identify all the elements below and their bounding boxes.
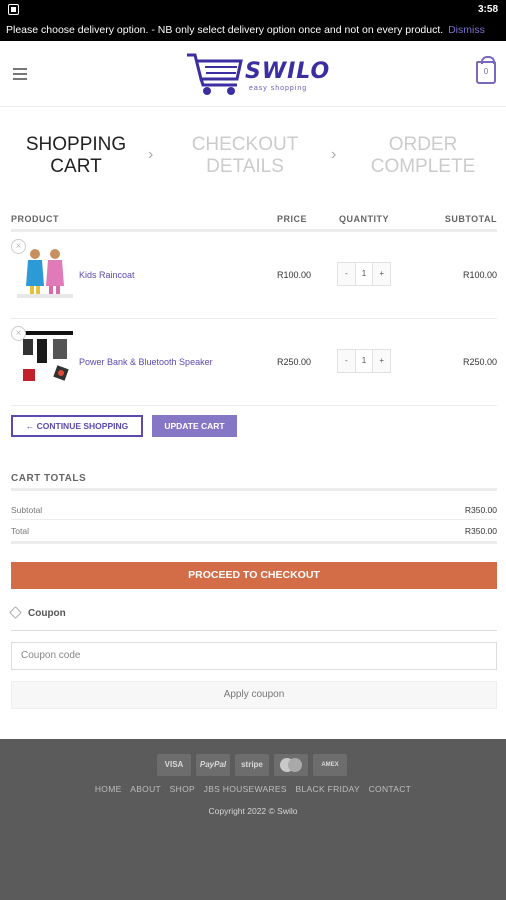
proceed-to-checkout-button[interactable]: PROCEED TO CHECKOUT: [11, 562, 497, 589]
subtotal-label: Subtotal: [11, 505, 43, 515]
divider: [11, 405, 497, 406]
step-shopping-cart[interactable]: SHOPPING CART: [20, 134, 132, 178]
status-time: 3:58: [477, 4, 498, 15]
totals-row-total: Total R350.00: [11, 521, 497, 541]
cart-icon[interactable]: 0: [476, 56, 496, 84]
notice-text: Please choose delivery option. - NB only…: [6, 24, 444, 36]
table-row: × Power Bank & Bluetooth Speaker R250.00…: [11, 319, 497, 405]
chevron-right-icon: ›: [331, 146, 337, 163]
step-label: DETAILS: [206, 156, 284, 177]
header-subtotal: SUBTOTAL: [444, 214, 497, 224]
step-label: SHOPPING: [25, 134, 127, 155]
checkout-steps: SHOPPING CART › CHECKOUT DETAILS › ORDER…: [0, 128, 506, 188]
row-subtotal: R100.00: [462, 270, 497, 280]
table-row: × Kids Raincoat R100.00 - 1 + R100.00: [11, 232, 497, 318]
mastercard-circles: [280, 758, 302, 772]
paypal-icon: PayPal: [196, 754, 230, 776]
shopping-cart-logo-icon: [187, 53, 243, 95]
row-subtotal: R250.00: [462, 357, 497, 367]
tag-icon: [9, 606, 22, 619]
step-label: CART: [50, 156, 102, 177]
notification-icon: [8, 4, 19, 15]
continue-shopping-button[interactable]: ← CONTINUE SHOPPING: [11, 415, 143, 437]
header-product: PRODUCT: [11, 214, 59, 224]
footer-link-black-friday[interactable]: BLACK FRIDAY: [296, 784, 360, 794]
divider: [11, 488, 497, 491]
product-image-power-bank-speaker[interactable]: [17, 329, 73, 385]
step-label: COMPLETE: [370, 156, 476, 177]
product-price: R100.00: [277, 270, 312, 280]
logo-text: SWILO: [245, 59, 331, 84]
footer-link-about[interactable]: ABOUT: [130, 784, 161, 794]
logo-tagline: easy shopping: [249, 85, 308, 92]
payment-methods: VISA PayPal stripe AMEX: [157, 754, 352, 776]
total-value: R350.00: [464, 526, 497, 536]
coupon-title: Coupon: [28, 608, 66, 619]
menu-icon[interactable]: [13, 68, 27, 80]
status-bar: 3:58: [0, 0, 506, 20]
quantity-stepper: - 1 +: [337, 349, 391, 373]
quantity-input[interactable]: 1: [354, 350, 374, 372]
header-quantity: QUANTITY: [339, 214, 389, 224]
apply-coupon-button[interactable]: Apply coupon: [11, 681, 497, 709]
quantity-input[interactable]: 1: [354, 263, 374, 285]
cart-count: 0: [483, 67, 489, 76]
step-label: ORDER: [388, 134, 458, 155]
product-name-link[interactable]: Power Bank & Bluetooth Speaker: [79, 357, 213, 367]
site-footer: VISA PayPal stripe AMEX HOME ABOUT SHOP …: [0, 739, 506, 900]
step-label: CHECKOUT: [191, 134, 299, 155]
remove-item-icon[interactable]: ×: [11, 326, 26, 341]
total-label: Total: [11, 526, 29, 536]
footer-link-shop[interactable]: SHOP: [170, 784, 195, 794]
totals-row-subtotal: Subtotal R350.00: [11, 500, 497, 520]
amex-icon: AMEX: [313, 754, 347, 776]
delivery-notice: Please choose delivery option. - NB only…: [0, 20, 506, 41]
update-cart-button[interactable]: UPDATE CART: [152, 415, 237, 437]
subtotal-value: R350.00: [464, 505, 497, 515]
increase-button[interactable]: +: [373, 263, 390, 285]
site-logo[interactable]: SWILO easy shopping: [185, 49, 330, 99]
product-name-link[interactable]: Kids Raincoat: [79, 270, 135, 280]
decrease-button[interactable]: -: [338, 350, 355, 372]
site-header: SWILO easy shopping 0: [0, 41, 506, 107]
mastercard-icon: [274, 754, 308, 776]
footer-link-contact[interactable]: CONTACT: [369, 784, 412, 794]
decrease-button[interactable]: -: [338, 263, 355, 285]
visa-icon: VISA: [157, 754, 191, 776]
product-price: R250.00: [277, 357, 312, 367]
cart-totals-title: CART TOTALS: [11, 473, 87, 484]
coupon-heading: Coupon: [9, 606, 66, 619]
step-order-complete: ORDER COMPLETE: [366, 134, 480, 178]
product-image-kids-raincoat[interactable]: [17, 242, 73, 298]
footer-link-jbs-housewares[interactable]: JBS HOUSEWARES: [204, 784, 287, 794]
copyright: Copyright 2022 © Swilo: [208, 806, 298, 816]
quantity-stepper: - 1 +: [337, 262, 391, 286]
coupon-code-input[interactable]: Coupon code: [11, 642, 497, 670]
footer-nav: HOME ABOUT SHOP JBS HOUSEWARES BLACK FRI…: [0, 784, 506, 794]
dismiss-link[interactable]: Dismiss: [448, 24, 485, 36]
footer-link-home[interactable]: HOME: [95, 784, 122, 794]
remove-item-icon[interactable]: ×: [11, 239, 26, 254]
increase-button[interactable]: +: [373, 350, 390, 372]
divider: [11, 541, 497, 544]
chevron-right-icon: ›: [148, 146, 154, 163]
divider: [11, 630, 497, 631]
step-checkout-details[interactable]: CHECKOUT DETAILS: [188, 134, 302, 178]
stripe-icon: stripe: [235, 754, 269, 776]
header-price: PRICE: [277, 214, 308, 224]
